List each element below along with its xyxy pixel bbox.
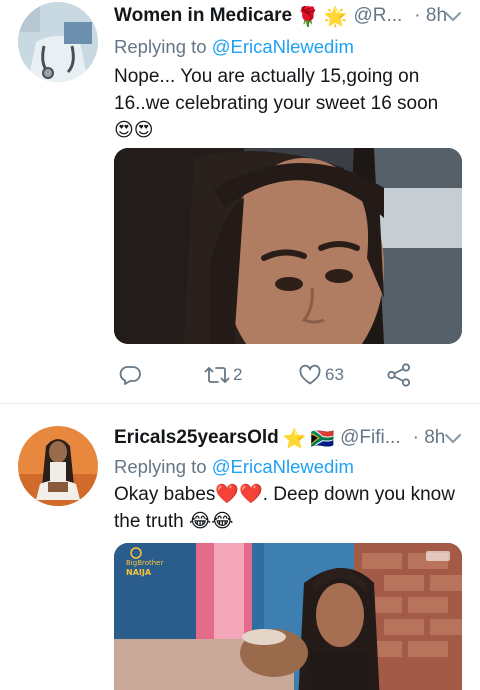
- author-handle[interactable]: @R...: [353, 5, 402, 27]
- tweet-emoji-line: 😍😍: [114, 120, 154, 141]
- mention-link[interactable]: @EricaNlewedim: [212, 456, 354, 477]
- tweet-header: Women in Medicare 🌹 🌟 @R... · 8h: [114, 2, 462, 30]
- tweet[interactable]: EricaIs25yearsOld ⭐ 🇿🇦 @Fifi... · 8h Rep…: [0, 404, 480, 690]
- tweet-text-segment: . Deep down you know: [262, 484, 455, 505]
- replying-to: Replying to @EricaNlewedim: [114, 36, 354, 58]
- avatar[interactable]: [18, 426, 98, 506]
- media-logo-text: NAIJA: [126, 568, 152, 577]
- mention-link[interactable]: @EricaNlewedim: [212, 36, 354, 57]
- share-icon: [386, 362, 412, 388]
- reply-button[interactable]: [118, 360, 142, 390]
- chevron-down-icon[interactable]: [444, 7, 462, 25]
- tweet[interactable]: Women in Medicare 🌹 🌟 @R... · 8h Replyin…: [0, 0, 480, 404]
- tweet-actions: 2 63: [114, 360, 454, 390]
- flag-badge: 🇿🇦: [310, 427, 335, 450]
- tweet-photo[interactable]: [114, 148, 462, 344]
- tweet-text-line: Okay babes❤️❤️. Deep down you know: [114, 481, 464, 508]
- tweet-text: Nope... You are actually 15,going on 16.…: [114, 63, 464, 144]
- tweet-text-line: Nope... You are actually 15,going on: [114, 66, 420, 87]
- tweet-text-line: the truth 😂😂: [114, 511, 234, 532]
- retweet-count: 2: [233, 365, 243, 384]
- reply-icon: [118, 363, 142, 387]
- star-badge: 🌟: [323, 5, 348, 28]
- retweet-button[interactable]: 2: [204, 360, 242, 390]
- avatar[interactable]: [18, 2, 98, 82]
- retweet-icon: [204, 363, 230, 387]
- chevron-down-icon[interactable]: [444, 429, 462, 447]
- tweet-text-line: 16..we celebrating your sweet 16 soon: [114, 93, 439, 114]
- share-button[interactable]: [386, 360, 412, 390]
- star-badge: ⭐: [282, 427, 307, 450]
- timestamp[interactable]: · 8h: [414, 5, 447, 27]
- media-logo-text: BigBrother: [126, 559, 163, 567]
- rose-badge: 🌹: [296, 5, 320, 28]
- like-icon: [298, 363, 322, 387]
- like-count: 63: [325, 365, 344, 384]
- replying-to: Replying to @EricaNlewedim: [114, 456, 354, 478]
- author-name[interactable]: EricaIs25yearsOld: [114, 427, 279, 449]
- replying-label: Replying to: [114, 36, 207, 57]
- timestamp[interactable]: · 8h: [413, 427, 446, 449]
- replying-label: Replying to: [114, 456, 207, 477]
- tweet-text: Okay babes❤️❤️. Deep down you know the t…: [114, 481, 464, 535]
- tweet-photo[interactable]: BigBrother NAIJA: [114, 543, 462, 690]
- author-name[interactable]: Women in Medicare: [114, 5, 292, 27]
- author-handle[interactable]: @Fifi...: [340, 427, 400, 449]
- like-button[interactable]: 63: [298, 360, 344, 390]
- hearts-emoji: ❤️❤️: [215, 484, 263, 505]
- tweet-text-segment: Okay babes: [114, 484, 216, 505]
- tweet-header: EricaIs25yearsOld ⭐ 🇿🇦 @Fifi... · 8h: [114, 424, 462, 452]
